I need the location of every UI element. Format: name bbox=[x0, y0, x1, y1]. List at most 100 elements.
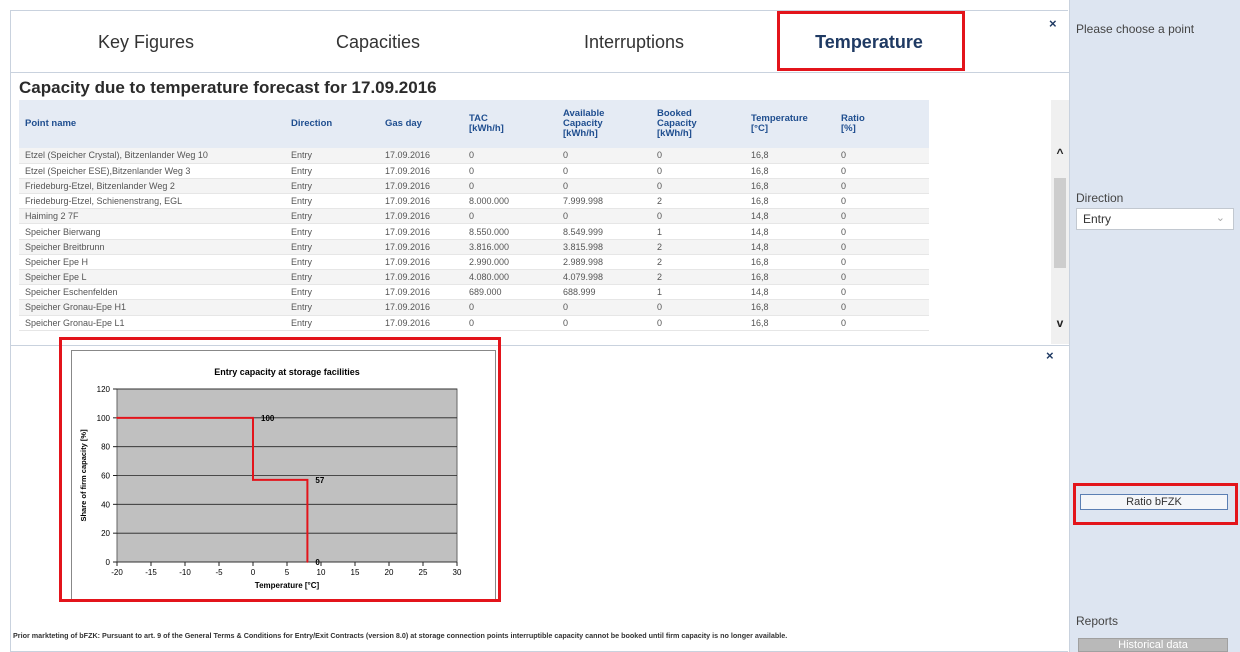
table-row[interactable]: Friedeburg-Etzel, Bitzenlander Weg 2 Entr… bbox=[19, 178, 1055, 195]
table-cell: Speicher Breitbrunn bbox=[19, 239, 285, 255]
table-cell: 17.09.2016 bbox=[379, 148, 463, 164]
table-cell: 17.09.2016 bbox=[379, 299, 463, 316]
table-row[interactable]: Speicher Epe L Entry 17.09.2016 4.080.000 4.… bbox=[19, 269, 1055, 286]
close-chart-icon[interactable]: × bbox=[1046, 349, 1054, 362]
table-cell: 1 bbox=[651, 223, 745, 240]
table-cell: 2 bbox=[651, 269, 745, 286]
chart-title: Entry capacity at storage facilities bbox=[214, 367, 360, 377]
data-label: 0 bbox=[315, 558, 320, 567]
x-tick-label: 10 bbox=[317, 568, 326, 577]
y-tick-label: 20 bbox=[101, 529, 110, 538]
tab-capacities[interactable]: Capacities bbox=[283, 25, 473, 59]
table-cell: 0 bbox=[835, 178, 929, 195]
x-tick-label: 5 bbox=[285, 568, 290, 577]
row-spacer bbox=[929, 163, 1055, 179]
capacity-chart: 0 20 40 60 80 100 120 -20 -15 -10 -5 0 5 10 15 20 25 30 En… bbox=[79, 367, 462, 590]
chevron-down-icon: ⌄ bbox=[1215, 212, 1225, 224]
table-cell: 0 bbox=[557, 315, 651, 331]
row-spacer bbox=[929, 193, 1055, 209]
ratio-bfzk-button[interactable]: Ratio bFZK bbox=[1080, 494, 1228, 510]
column-header[interactable]: TAC [kWh/h] bbox=[463, 100, 557, 148]
tab-temperature[interactable]: Temperature bbox=[779, 25, 959, 59]
table-row[interactable]: Etzel (Speicher ESE),Bitzenlander Weg 3E… bbox=[19, 163, 1055, 179]
tab-bar: Key Figures Capacities Interruptions Tem… bbox=[11, 11, 1069, 71]
scroll-down-icon[interactable]: v bbox=[1053, 316, 1067, 330]
x-axis-label: Temperature [°C] bbox=[255, 581, 320, 590]
table-cell: Entry bbox=[285, 193, 379, 210]
table-cell: Friedeburg-Etzel, Schienenstrang, EGL bbox=[19, 193, 285, 210]
table-cell: 16,8 bbox=[745, 148, 835, 164]
table-scrollbar[interactable]: ^ v bbox=[1051, 100, 1069, 344]
table-row[interactable]: Speicher Bierwang Entry 17.09.2016 8.550.00… bbox=[19, 223, 1055, 240]
scrollbar-thumb[interactable] bbox=[1054, 178, 1066, 268]
column-header[interactable]: Booked Capacity [kWh/h] bbox=[651, 100, 745, 148]
table-cell: 0 bbox=[463, 163, 557, 179]
table-cell: 17.09.2016 bbox=[379, 239, 463, 255]
column-header[interactable]: Available Capacity [kWh/h] bbox=[557, 100, 651, 148]
table-cell: 3.816.000 bbox=[463, 239, 557, 255]
table-cell: 16,8 bbox=[745, 178, 835, 195]
table-cell: 0 bbox=[557, 148, 651, 164]
tab-interruptions[interactable]: Interruptions bbox=[539, 25, 729, 59]
series-point bbox=[252, 417, 254, 419]
table-cell: 0 bbox=[835, 163, 929, 179]
capacity-table: Point name Direction Gas day TAC [kWh/h] Ava… bbox=[19, 100, 1055, 331]
table-cell: 14,8 bbox=[745, 284, 835, 301]
x-tick-label: -5 bbox=[215, 568, 223, 577]
x-tick-label: 15 bbox=[351, 568, 360, 577]
table-cell: 16,8 bbox=[745, 193, 835, 210]
table-row[interactable]: Speicher Gronau-Epe L1 Entry 17.09.2016 0 0 0… bbox=[19, 315, 1055, 331]
y-tick-label: 100 bbox=[97, 414, 111, 423]
table-row[interactable]: Speicher Gronau-Epe H1 Entry 17.09.2016 0 0 0… bbox=[19, 299, 1055, 316]
table-cell: 0 bbox=[651, 315, 745, 331]
tab-divider bbox=[11, 72, 1069, 73]
table-cell: 0 bbox=[463, 315, 557, 331]
table-row[interactable]: Etzel (Speicher Crystal), Bitzenlander W… bbox=[19, 148, 1055, 164]
column-header[interactable]: Point name bbox=[19, 100, 285, 148]
table-cell: 0 bbox=[557, 163, 651, 179]
table-row[interactable]: Speicher Breitbrunn Entry 17.09.2016 3.816.… bbox=[19, 239, 1055, 255]
table-cell: 0 bbox=[835, 299, 929, 316]
table-cell: Haiming 2 7F bbox=[19, 208, 285, 225]
direction-select[interactable]: Entry ⌄ bbox=[1076, 208, 1234, 230]
table-cell: 17.09.2016 bbox=[379, 178, 463, 195]
table-cell: Entry bbox=[285, 315, 379, 331]
main-panel: Key Figures Capacities Interruptions Tem… bbox=[10, 10, 1069, 652]
table-row[interactable]: Speicher Epe H Entry 17.09.2016 2.990.000 2.… bbox=[19, 254, 1055, 271]
x-tick-label: 30 bbox=[453, 568, 462, 577]
close-icon[interactable]: × bbox=[1049, 17, 1057, 30]
table-cell: 8.550.000 bbox=[463, 223, 557, 240]
column-header[interactable]: Gas day bbox=[379, 100, 463, 148]
x-tick-label: 25 bbox=[419, 568, 428, 577]
table-cell: Entry bbox=[285, 148, 379, 164]
chart-container: 0 20 40 60 80 100 120 -20 -15 -10 -5 0 5 10 15 20 25 30 En… bbox=[71, 350, 496, 600]
table-cell: 17.09.2016 bbox=[379, 163, 463, 179]
series-point bbox=[306, 479, 309, 481]
scroll-up-icon[interactable]: ^ bbox=[1053, 146, 1067, 160]
table-cell: 2.989.998 bbox=[557, 254, 651, 271]
table-cell: Etzel (Speicher Crystal), Bitzenlander W… bbox=[19, 148, 285, 164]
column-header[interactable]: Ratio [%] bbox=[835, 100, 929, 148]
table-cell: 0 bbox=[651, 178, 745, 195]
table-cell: Entry bbox=[285, 299, 379, 316]
row-spacer bbox=[929, 299, 1055, 316]
table-cell: 17.09.2016 bbox=[379, 208, 463, 225]
column-header[interactable]: Temperature [°C] bbox=[745, 100, 835, 148]
table-row[interactable]: Haiming 2 7F Entry 17.09.2016 0 0 0 14,8 0 bbox=[19, 208, 1055, 225]
table-row[interactable]: Friedeburg-Etzel, Schienenstrang, EGL Ent… bbox=[19, 193, 1055, 210]
choose-point-label: Please choose a point bbox=[1076, 22, 1195, 36]
table-cell: 14,8 bbox=[745, 239, 835, 255]
table-body: Etzel (Speicher Crystal), Bitzenlander W… bbox=[19, 148, 1055, 331]
x-tick-label: -20 bbox=[111, 568, 123, 577]
tab-key-figures[interactable]: Key Figures bbox=[51, 25, 241, 59]
historical-data-button[interactable]: Historical data bbox=[1078, 638, 1228, 652]
table-row[interactable]: Speicher Eschenfelden Entry 17.09.2016 689.… bbox=[19, 284, 1055, 301]
data-label: 100 bbox=[261, 414, 275, 423]
table-cell: 16,8 bbox=[745, 163, 835, 179]
table-cell: 0 bbox=[651, 208, 745, 225]
table-cell: Speicher Epe L bbox=[19, 269, 285, 286]
capacity-table-container: Point name Direction Gas day TAC [kWh/h] Ava… bbox=[19, 100, 1055, 344]
table-cell: Entry bbox=[285, 254, 379, 271]
column-header[interactable]: Direction bbox=[285, 100, 379, 148]
section-divider bbox=[11, 345, 1069, 346]
